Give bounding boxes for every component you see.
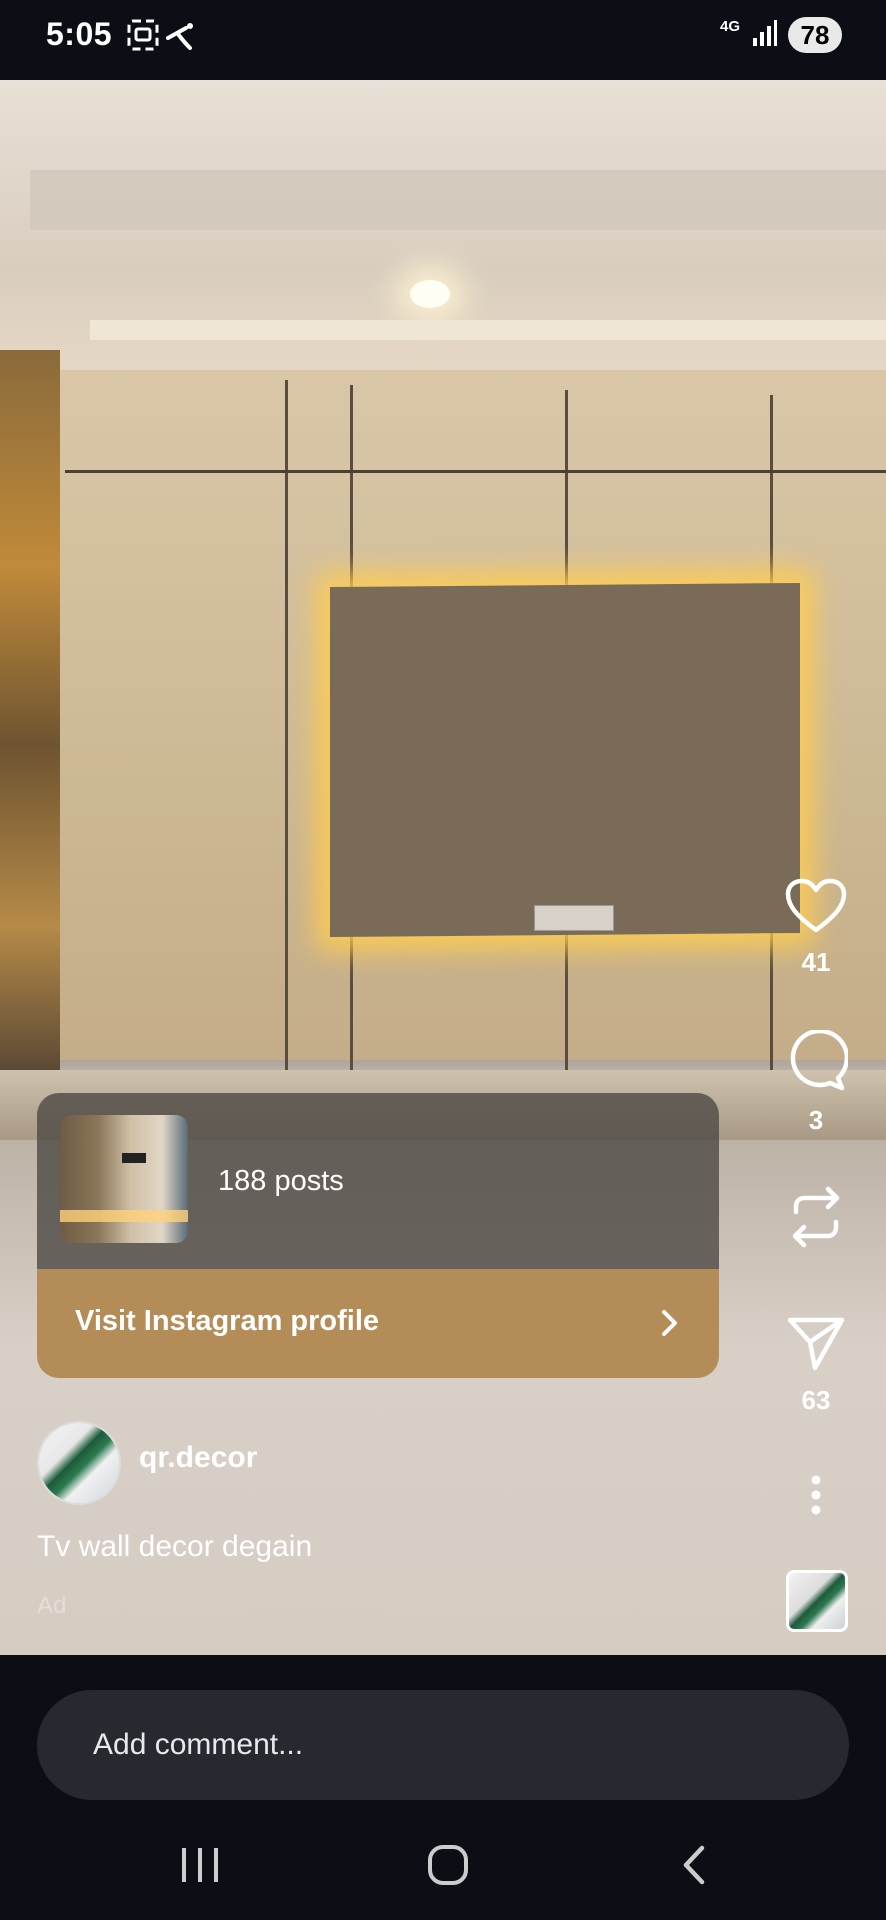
audio-thumbnail[interactable] (786, 1570, 848, 1632)
video-scene-cornice (90, 320, 886, 340)
back-icon[interactable] (674, 1840, 714, 1895)
thumbnail-detail (122, 1153, 146, 1163)
share-button[interactable]: 63 (776, 1312, 856, 1416)
network-label: 4G (720, 18, 741, 35)
heart-icon (783, 878, 849, 940)
comment-bar (0, 1655, 886, 1810)
comment-icon (784, 1028, 850, 1098)
video-scene-light (410, 280, 450, 308)
status-time: 5:05 (46, 16, 113, 52)
video-scene-line (285, 380, 288, 1100)
chevron-right-icon (649, 1303, 689, 1348)
ad-label: Ad (37, 1592, 67, 1619)
profile-card[interactable]: 188 posts Visit Instagram profile (37, 1093, 719, 1378)
video-scene-tv-panel (330, 582, 800, 938)
author-username[interactable]: qr.decor (139, 1441, 257, 1475)
send-icon (785, 1317, 847, 1378)
post-caption[interactable]: Tv wall decor degain (37, 1530, 312, 1564)
like-count: 41 (801, 947, 831, 977)
battery-level: 78 (800, 19, 830, 50)
comment-button[interactable]: 3 (776, 1028, 856, 1136)
profile-card-header[interactable]: 188 posts (37, 1093, 719, 1269)
video-scene-shelf (0, 350, 60, 1070)
status-bar: 5:05 4G 78 (0, 0, 886, 80)
comment-input[interactable] (37, 1690, 849, 1800)
share-count: 63 (801, 1385, 831, 1415)
reel-video[interactable] (0, 80, 886, 1655)
post-author[interactable]: qr.decor (37, 1421, 257, 1505)
visit-profile-label: Visit Instagram profile (75, 1305, 380, 1337)
home-icon[interactable] (424, 1840, 472, 1895)
battery-icon: 78 (788, 17, 842, 53)
signal-icon (752, 18, 778, 53)
carrier-icon (164, 18, 198, 57)
visit-profile-button[interactable]: Visit Instagram profile (37, 1269, 719, 1378)
remix-button[interactable] (776, 1184, 856, 1255)
like-button[interactable]: 41 (776, 876, 856, 978)
network-type: 4G (720, 18, 741, 35)
comment-count: 3 (808, 1105, 824, 1135)
system-nav-bar (0, 1810, 886, 1920)
video-scene-sockets (534, 905, 614, 931)
profile-thumbnail[interactable] (60, 1115, 188, 1243)
video-scene-line (65, 470, 886, 473)
thumbnail-detail (60, 1210, 188, 1222)
avatar[interactable] (37, 1421, 121, 1505)
recent-apps-icon[interactable] (178, 1840, 222, 1895)
more-options-icon[interactable] (806, 1474, 826, 1523)
profile-posts-count: 188 posts (218, 1165, 344, 1197)
video-scene (30, 170, 886, 230)
screenshot-icon (126, 18, 160, 57)
repost-icon (786, 1186, 846, 1254)
